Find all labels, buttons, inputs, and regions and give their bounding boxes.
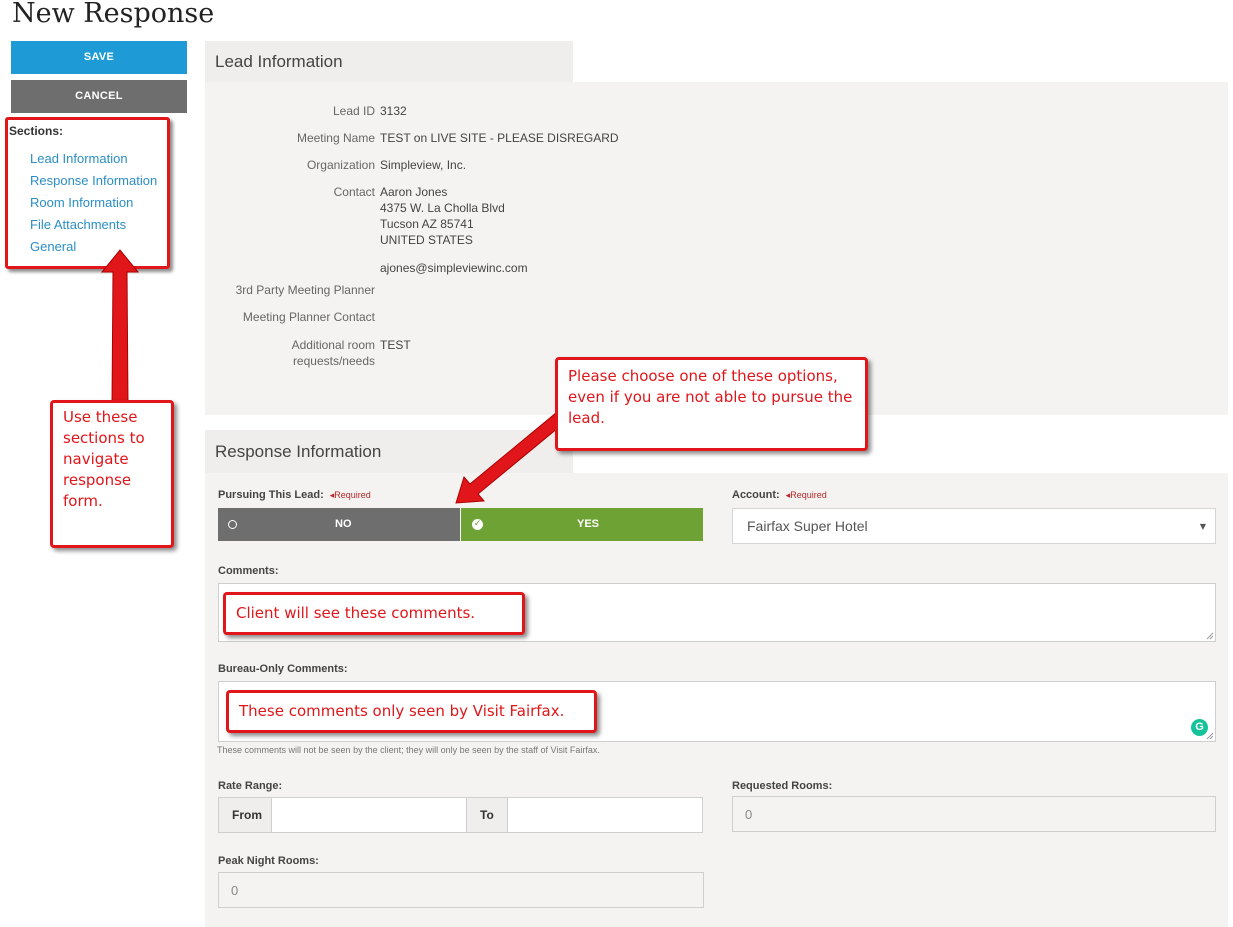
pursuing-yes-button[interactable]: ✓ YES xyxy=(461,508,703,541)
planner-contact-label: Meeting Planner Contact xyxy=(242,310,375,324)
arrow-to-sections-icon xyxy=(100,249,140,405)
account-label: Account: ◂Required xyxy=(732,489,827,501)
account-required: ◂Required xyxy=(785,490,827,500)
resize-handle-icon xyxy=(1206,632,1214,640)
account-label-text: Account: xyxy=(732,489,780,501)
contact-street: 4375 W. La Cholla Blvd xyxy=(380,201,505,215)
rate-to-addon: To xyxy=(466,797,508,833)
peak-night-rooms-label: Peak Night Rooms: xyxy=(218,855,319,867)
caret-down-icon: ▼ xyxy=(1199,522,1206,531)
third-party-planner-label: 3rd Party Meeting Planner xyxy=(235,283,375,297)
additional-requests-label-1: Additional room xyxy=(291,338,375,352)
page-title: New Response xyxy=(12,0,215,29)
rate-from-addon: From xyxy=(218,797,272,833)
requested-rooms-input[interactable]: 0 xyxy=(732,796,1216,832)
bureau-comments-callout-text: These comments only seen by Visit Fairfa… xyxy=(239,702,565,720)
contact-city: Tucson AZ 85741 xyxy=(380,217,474,231)
pursuing-no-button[interactable]: NO xyxy=(218,508,460,541)
organization-label: Organization xyxy=(306,158,375,172)
lead-information-tab: Lead Information xyxy=(205,41,573,82)
comments-label: Comments: xyxy=(218,565,279,577)
contact-email: ajones@simpleviewinc.com xyxy=(380,261,528,275)
bureau-comments-label: Bureau-Only Comments: xyxy=(218,663,348,675)
lead-id-value: 3132 xyxy=(380,104,407,118)
rate-range-label: Rate Range: xyxy=(218,780,283,792)
pursuing-lead-label-text: Pursuing This Lead: xyxy=(218,489,324,501)
bureau-comments-hint: These comments will not be seen by the c… xyxy=(217,745,600,755)
nav-callout-text: Use these sections to navigate response … xyxy=(63,408,145,510)
client-comments-callout: Client will see these comments. xyxy=(223,592,525,635)
account-select[interactable]: Fairfax Super Hotel ▼ xyxy=(732,508,1216,544)
rate-to-input[interactable] xyxy=(507,797,703,833)
bureau-comments-callout: These comments only seen by Visit Fairfa… xyxy=(226,690,597,733)
contact-name: Aaron Jones xyxy=(380,185,448,199)
lead-id-label: Lead ID xyxy=(332,104,375,118)
pursuing-yes-label: YES xyxy=(577,518,600,530)
account-select-value: Fairfax Super Hotel xyxy=(747,518,868,534)
choose-option-callout: Please choose one of these options, even… xyxy=(555,357,868,451)
client-comments-callout-text: Client will see these comments. xyxy=(236,604,476,622)
additional-requests-value: TEST xyxy=(380,338,411,352)
peak-night-rooms-input[interactable]: 0 xyxy=(218,872,704,908)
nav-callout: Use these sections to navigate response … xyxy=(50,400,174,548)
pursuing-required: ◂Required xyxy=(329,490,371,500)
choose-option-callout-text: Please choose one of these options, even… xyxy=(568,367,853,427)
check-circle-icon: ✓ xyxy=(472,519,483,530)
save-button[interactable]: SAVE xyxy=(11,41,187,74)
contact-label: Contact xyxy=(333,185,375,199)
additional-requests-label-2: requests/needs xyxy=(292,354,375,368)
pursuing-lead-label: Pursuing This Lead: ◂Required xyxy=(218,489,371,501)
contact-country: UNITED STATES xyxy=(380,233,473,247)
pursuing-no-label: NO xyxy=(335,518,352,530)
requested-rooms-label: Requested Rooms: xyxy=(732,780,833,792)
cancel-button[interactable]: CANCEL xyxy=(11,80,187,113)
meeting-name-label: Meeting Name xyxy=(296,131,375,145)
organization-value: Simpleview, Inc. xyxy=(380,158,467,172)
resize-handle-icon xyxy=(1206,732,1214,740)
radio-empty-icon xyxy=(228,520,237,529)
meeting-name-value: TEST on LIVE SITE - PLEASE DISREGARD xyxy=(380,131,619,145)
rate-from-input[interactable] xyxy=(271,797,467,833)
